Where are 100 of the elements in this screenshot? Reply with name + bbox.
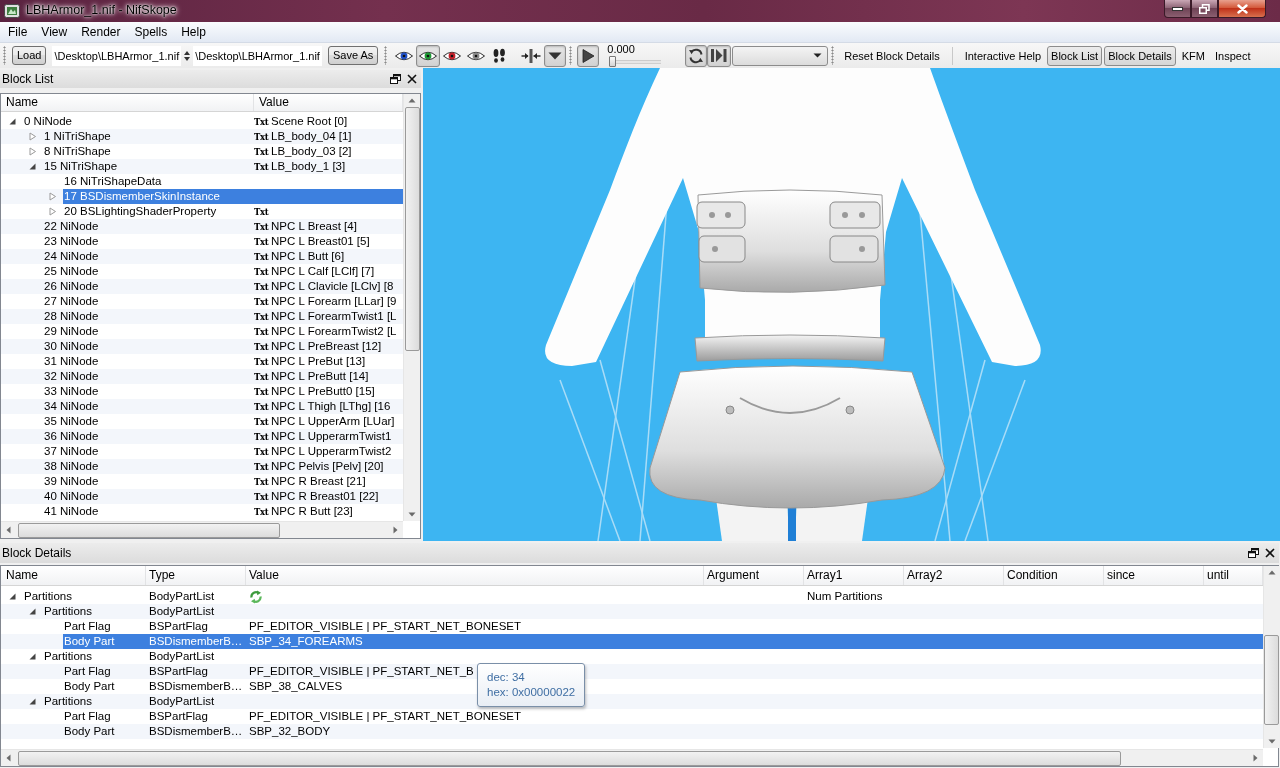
horizontal-scrollbar[interactable] xyxy=(1,749,1263,766)
field-name[interactable]: Partitions xyxy=(44,695,92,707)
node-name[interactable]: 0 NiNode xyxy=(24,115,72,127)
close-icon[interactable] xyxy=(1265,548,1275,558)
selected-row[interactable]: Body Part BSDismemberB… SBP_34_FOREARMS xyxy=(63,634,1263,649)
node-name[interactable]: 38 NiNode xyxy=(44,460,99,472)
toolbar-button[interactable] xyxy=(544,44,567,67)
node-name[interactable]: 27 NiNode xyxy=(44,295,99,307)
expanded-arrow-icon[interactable] xyxy=(28,697,37,706)
scroll-left-icon[interactable] xyxy=(6,526,11,534)
node-name[interactable]: 31 NiNode xyxy=(44,355,99,367)
scroll-down-icon[interactable] xyxy=(408,512,416,517)
cycle-arrows-icon[interactable] xyxy=(249,589,263,604)
scroll-right-icon[interactable] xyxy=(393,526,398,534)
toolbar-button[interactable]: Inspect xyxy=(1211,45,1255,66)
field-name[interactable]: Body Part xyxy=(64,680,115,692)
node-name[interactable]: 35 NiNode xyxy=(44,415,99,427)
scroll-down-icon[interactable] xyxy=(1267,739,1276,744)
vertical-scrollbar[interactable] xyxy=(1263,566,1279,748)
node-name[interactable]: 22 NiNode xyxy=(44,220,99,232)
column-header[interactable]: Value xyxy=(246,566,704,585)
menu-item[interactable]: File xyxy=(1,24,35,40)
field-name[interactable]: Body Part xyxy=(64,725,115,737)
node-name[interactable]: 33 NiNode xyxy=(44,385,99,397)
toolbar-handle[interactable] xyxy=(3,46,6,65)
menu-item[interactable]: View xyxy=(34,24,75,40)
play-button[interactable] xyxy=(577,44,600,67)
column-header[interactable]: since xyxy=(1104,566,1204,585)
node-name[interactable]: 23 NiNode xyxy=(44,235,99,247)
column-header[interactable]: Type xyxy=(146,566,246,585)
horizontal-scrollbar[interactable] xyxy=(1,521,403,538)
toolbar-button[interactable]: KFM xyxy=(1177,45,1209,66)
node-name[interactable]: 37 NiNode xyxy=(44,445,99,457)
column-header[interactable]: Argument xyxy=(704,566,804,585)
node-name[interactable]: 41 NiNode xyxy=(44,505,99,517)
column-header[interactable]: Name xyxy=(1,94,254,111)
node-name[interactable]: 20 BSLightingShaderProperty xyxy=(64,205,217,217)
column-header[interactable]: Name xyxy=(1,566,146,585)
node-name[interactable]: 8 NiTriShape xyxy=(44,145,111,157)
field-name[interactable]: Part Flag xyxy=(64,665,111,677)
close-button[interactable] xyxy=(1218,0,1266,18)
scroll-up-icon[interactable] xyxy=(408,98,416,103)
node-name[interactable]: 28 NiNode xyxy=(44,310,99,322)
node-name[interactable]: 29 NiNode xyxy=(44,325,99,337)
scroll-right-icon[interactable] xyxy=(1253,754,1258,762)
scrollbar-thumb[interactable] xyxy=(404,107,420,351)
file-path-field[interactable]: \Desktop\LBHArmor_1.nif xyxy=(193,45,322,66)
toolbar-handle[interactable] xyxy=(569,46,573,65)
node-name[interactable]: 25 NiNode xyxy=(44,265,99,277)
save-as-button[interactable]: Save As xyxy=(327,46,379,65)
toolbar-button[interactable]: Reset Block Details xyxy=(840,45,944,66)
node-name[interactable]: 26 NiNode xyxy=(44,280,99,292)
load-button[interactable]: Load xyxy=(12,46,47,65)
node-name[interactable]: 15 NiTriShape xyxy=(44,160,118,172)
field-name[interactable]: Part Flag xyxy=(64,620,111,632)
float-icon[interactable] xyxy=(1248,548,1259,558)
field-name[interactable]: Partitions xyxy=(24,590,72,602)
scroll-up-icon[interactable] xyxy=(1267,570,1276,575)
expanded-arrow-icon[interactable] xyxy=(28,652,37,661)
close-icon[interactable] xyxy=(407,74,417,84)
loop-button[interactable] xyxy=(685,44,708,67)
node-name[interactable]: 32 NiNode xyxy=(44,370,99,382)
collapsed-arrow-icon[interactable] xyxy=(28,147,37,156)
float-icon[interactable] xyxy=(390,74,401,84)
restore-button[interactable] xyxy=(1191,0,1218,18)
field-name[interactable]: Part Flag xyxy=(64,710,111,722)
column-header[interactable]: Condition xyxy=(1004,566,1104,585)
node-name[interactable]: 30 NiNode xyxy=(44,340,99,352)
minimize-button[interactable] xyxy=(1164,0,1191,18)
slider-thumb[interactable] xyxy=(609,56,617,67)
scrollbar-thumb[interactable] xyxy=(18,522,280,538)
node-name[interactable]: 16 NiTriShapeData xyxy=(64,175,162,187)
toolbar-button[interactable]: Block List xyxy=(1047,45,1103,66)
menu-item[interactable]: Render xyxy=(74,24,128,40)
toolbar-handle[interactable] xyxy=(384,46,388,65)
file-path-field[interactable]: \Desktop\LBHArmor_1.nif xyxy=(52,45,182,66)
node-name[interactable]: 1 NiTriShape xyxy=(44,130,111,142)
column-header[interactable]: Array1 xyxy=(804,566,904,585)
menu-item[interactable]: Spells xyxy=(127,24,175,40)
scrollbar-thumb[interactable] xyxy=(1264,635,1279,725)
toolbar-button[interactable]: Interactive Help xyxy=(960,45,1046,66)
node-name[interactable]: 34 NiNode xyxy=(44,400,99,412)
scroll-left-icon[interactable] xyxy=(6,754,11,762)
expanded-arrow-icon[interactable] xyxy=(8,592,17,601)
selected-row[interactable]: 17 BSDismemberSkinInstance xyxy=(63,189,403,204)
spin-arrows-icon[interactable] xyxy=(184,49,191,62)
field-name[interactable]: Body Part xyxy=(64,635,115,647)
toolbar-handle[interactable] xyxy=(831,46,835,65)
field-name[interactable]: Partitions xyxy=(44,650,92,662)
toolbar-button[interactable] xyxy=(707,44,732,67)
node-name[interactable]: 36 NiNode xyxy=(44,430,99,442)
field-name[interactable]: Partitions xyxy=(44,605,92,617)
collapsed-arrow-icon[interactable] xyxy=(48,207,57,216)
expanded-arrow-icon[interactable] xyxy=(28,607,37,616)
expanded-arrow-icon[interactable] xyxy=(8,117,17,126)
expanded-arrow-icon[interactable] xyxy=(28,162,37,171)
node-name[interactable]: 39 NiNode xyxy=(44,475,99,487)
toolbar-button[interactable] xyxy=(416,44,441,67)
vertical-scrollbar[interactable] xyxy=(403,94,420,521)
menu-item[interactable]: Help xyxy=(174,24,213,40)
